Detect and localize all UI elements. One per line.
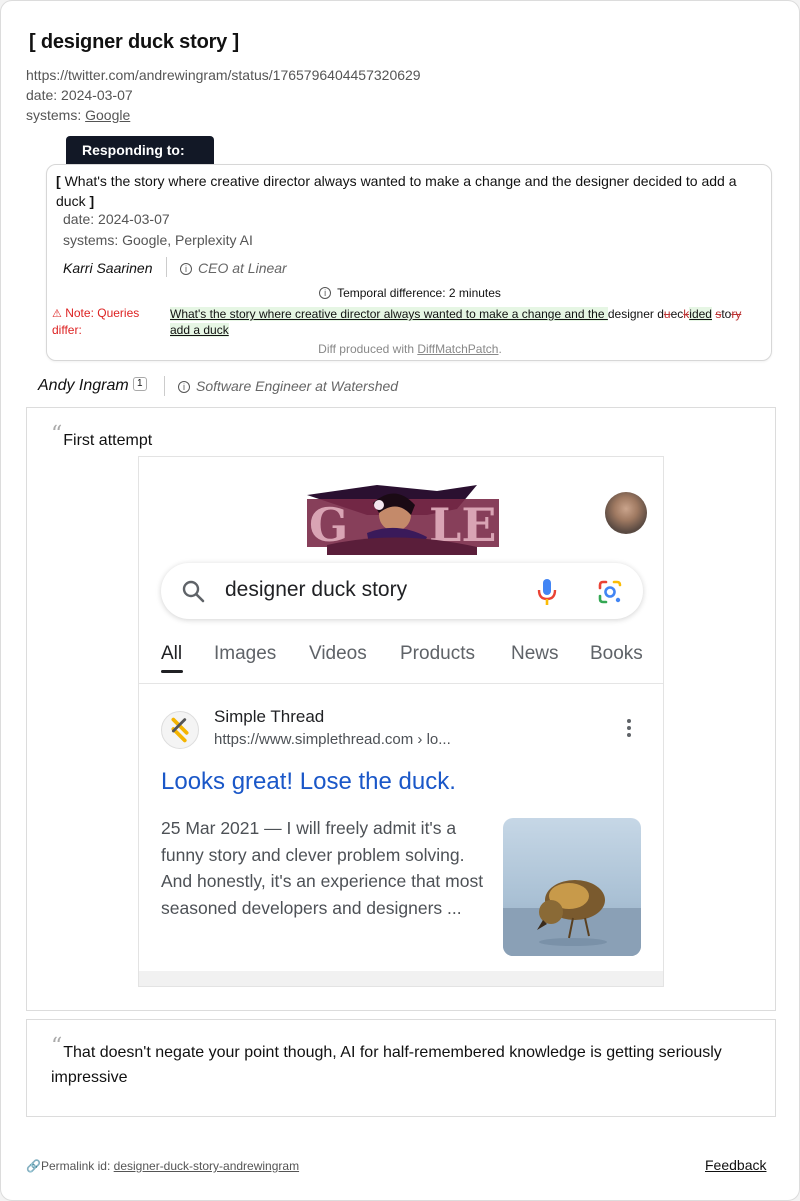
diff-inserted: ided (689, 307, 712, 321)
post-date: date: 2024-03-07 (26, 87, 133, 103)
info-icon: i (178, 381, 190, 393)
responding-to-tab: Responding to: (66, 136, 214, 164)
diff-attribution: Diff produced with DiffMatchPatch. (47, 342, 773, 356)
responder-role-text: CEO at Linear (198, 260, 287, 276)
info-icon: i (319, 287, 332, 299)
temporal-text: Temporal difference: 2 minutes (337, 286, 501, 300)
result-snippet: 25 Mar 2021 — I will freely admit it's a… (161, 818, 484, 918)
systems-link-google[interactable]: Google (85, 107, 130, 123)
responding-systems: systems: Google, Perplexity AI (63, 232, 253, 248)
title-bracket-close: ] (227, 31, 239, 53)
active-tab-indicator (161, 670, 183, 673)
google-doodle-image: G LE (307, 485, 499, 557)
responding-date: date: 2024-03-07 (63, 211, 170, 227)
responder-role: i CEO at Linear (180, 260, 287, 276)
mic-icon[interactable] (537, 578, 557, 606)
google-search-bar[interactable]: designer duck story (161, 563, 643, 619)
query-diff: What's the story where creative director… (170, 306, 760, 338)
tab-all[interactable]: All (161, 643, 182, 665)
kebab-icon[interactable] (627, 719, 633, 740)
tab-books[interactable]: Books (590, 643, 643, 665)
author: Andy Ingram 1 (38, 377, 147, 395)
divider (166, 257, 167, 277)
tab-videos[interactable]: Videos (309, 643, 367, 665)
diff-plain: ec (670, 307, 684, 321)
feedback-link[interactable]: Feedback (705, 1157, 766, 1173)
search-query-text: designer duck story (225, 578, 408, 601)
result-title-link[interactable]: Looks great! Lose the duck. (161, 768, 456, 796)
author-name: Andy Ingram (38, 377, 129, 394)
result-site-url[interactable]: https://www.simplethread.com › lo... (214, 731, 451, 748)
quote-mark-icon: “ (51, 1034, 63, 1059)
divider (164, 376, 165, 396)
quote-1-text: “First attempt (51, 422, 152, 453)
title-bracket-open: [ (29, 31, 41, 53)
simple-thread-logo-icon (161, 711, 199, 749)
question-text: What's the story where creative director… (56, 173, 737, 209)
quote-2-body: That doesn't negate your point though, A… (51, 1044, 722, 1086)
title-text: designer duck story (40, 31, 228, 53)
diff-attribution-text: Diff produced with (318, 342, 418, 356)
permalink: 🔗Permalink id: designer-duck-story-andre… (26, 1159, 299, 1173)
author-role-text: Software Engineer at Watershed (196, 378, 399, 394)
link-icon: 🔗 (26, 1159, 41, 1173)
duckling-thumbnail-image[interactable] (503, 818, 641, 956)
page-title: [ designer duck story ] (29, 31, 239, 54)
diff-attribution-suffix: . (498, 342, 502, 356)
responding-card: [ What's the story where creative direct… (46, 164, 772, 361)
quote-block-2: “That doesn't negate your point though, … (26, 1019, 776, 1117)
source-url: https://twitter.com/andrewingram/status/… (26, 67, 421, 83)
permalink-label: Permalink id: (40, 1159, 114, 1173)
tab-products[interactable]: Products (400, 643, 475, 665)
diffmatchpatch-link[interactable]: DiffMatchPatch (417, 342, 498, 356)
author-badge: 1 (132, 377, 147, 391)
diff-inserted: add a duck (170, 323, 229, 337)
diff-deleted: ry (731, 307, 742, 321)
quote-2-text: “That doesn't negate your point though, … (51, 1034, 761, 1090)
screenshot-bottom-bar (139, 971, 663, 986)
lens-icon[interactable] (597, 579, 623, 605)
responding-question: [ What's the story where creative direct… (56, 171, 756, 211)
systems-label: systems: (26, 107, 86, 123)
quote-1-body: First attempt (63, 432, 153, 449)
quote-mark-icon: “ (51, 422, 63, 447)
tab-news[interactable]: News (511, 643, 559, 665)
responder-name: Karri Saarinen (63, 260, 153, 276)
search-icon (182, 580, 205, 603)
account-avatar[interactable] (605, 492, 647, 534)
warning-icon: ⚠ (52, 308, 62, 320)
temporal-difference: i Temporal difference: 2 minutes (47, 286, 773, 300)
post-systems: systems: Google (26, 107, 130, 123)
note-text: Note: Queries differ: (52, 306, 140, 337)
diff-deleted: u (663, 307, 671, 321)
question-bracket-open: [ (56, 173, 65, 189)
diff-equal: What's the story where creative director… (170, 307, 608, 321)
diff-plain: designer d (607, 307, 664, 321)
info-icon: i (180, 263, 192, 275)
google-search-screenshot: G LE designer duck story All Images Vide… (138, 456, 664, 987)
post-card: [ designer duck story ] https://twitter.… (0, 0, 800, 1201)
question-bracket-close: ] (85, 193, 95, 209)
author-role: i Software Engineer at Watershed (178, 378, 398, 394)
diff-plain: to (721, 307, 732, 321)
result-site-name[interactable]: Simple Thread (214, 707, 324, 727)
permalink-id-link[interactable]: designer-duck-story-andrewingram (114, 1159, 299, 1173)
divider (139, 683, 663, 684)
tab-images[interactable]: Images (214, 643, 276, 665)
queries-differ-note: ⚠ Note: Queries differ: (52, 305, 162, 338)
